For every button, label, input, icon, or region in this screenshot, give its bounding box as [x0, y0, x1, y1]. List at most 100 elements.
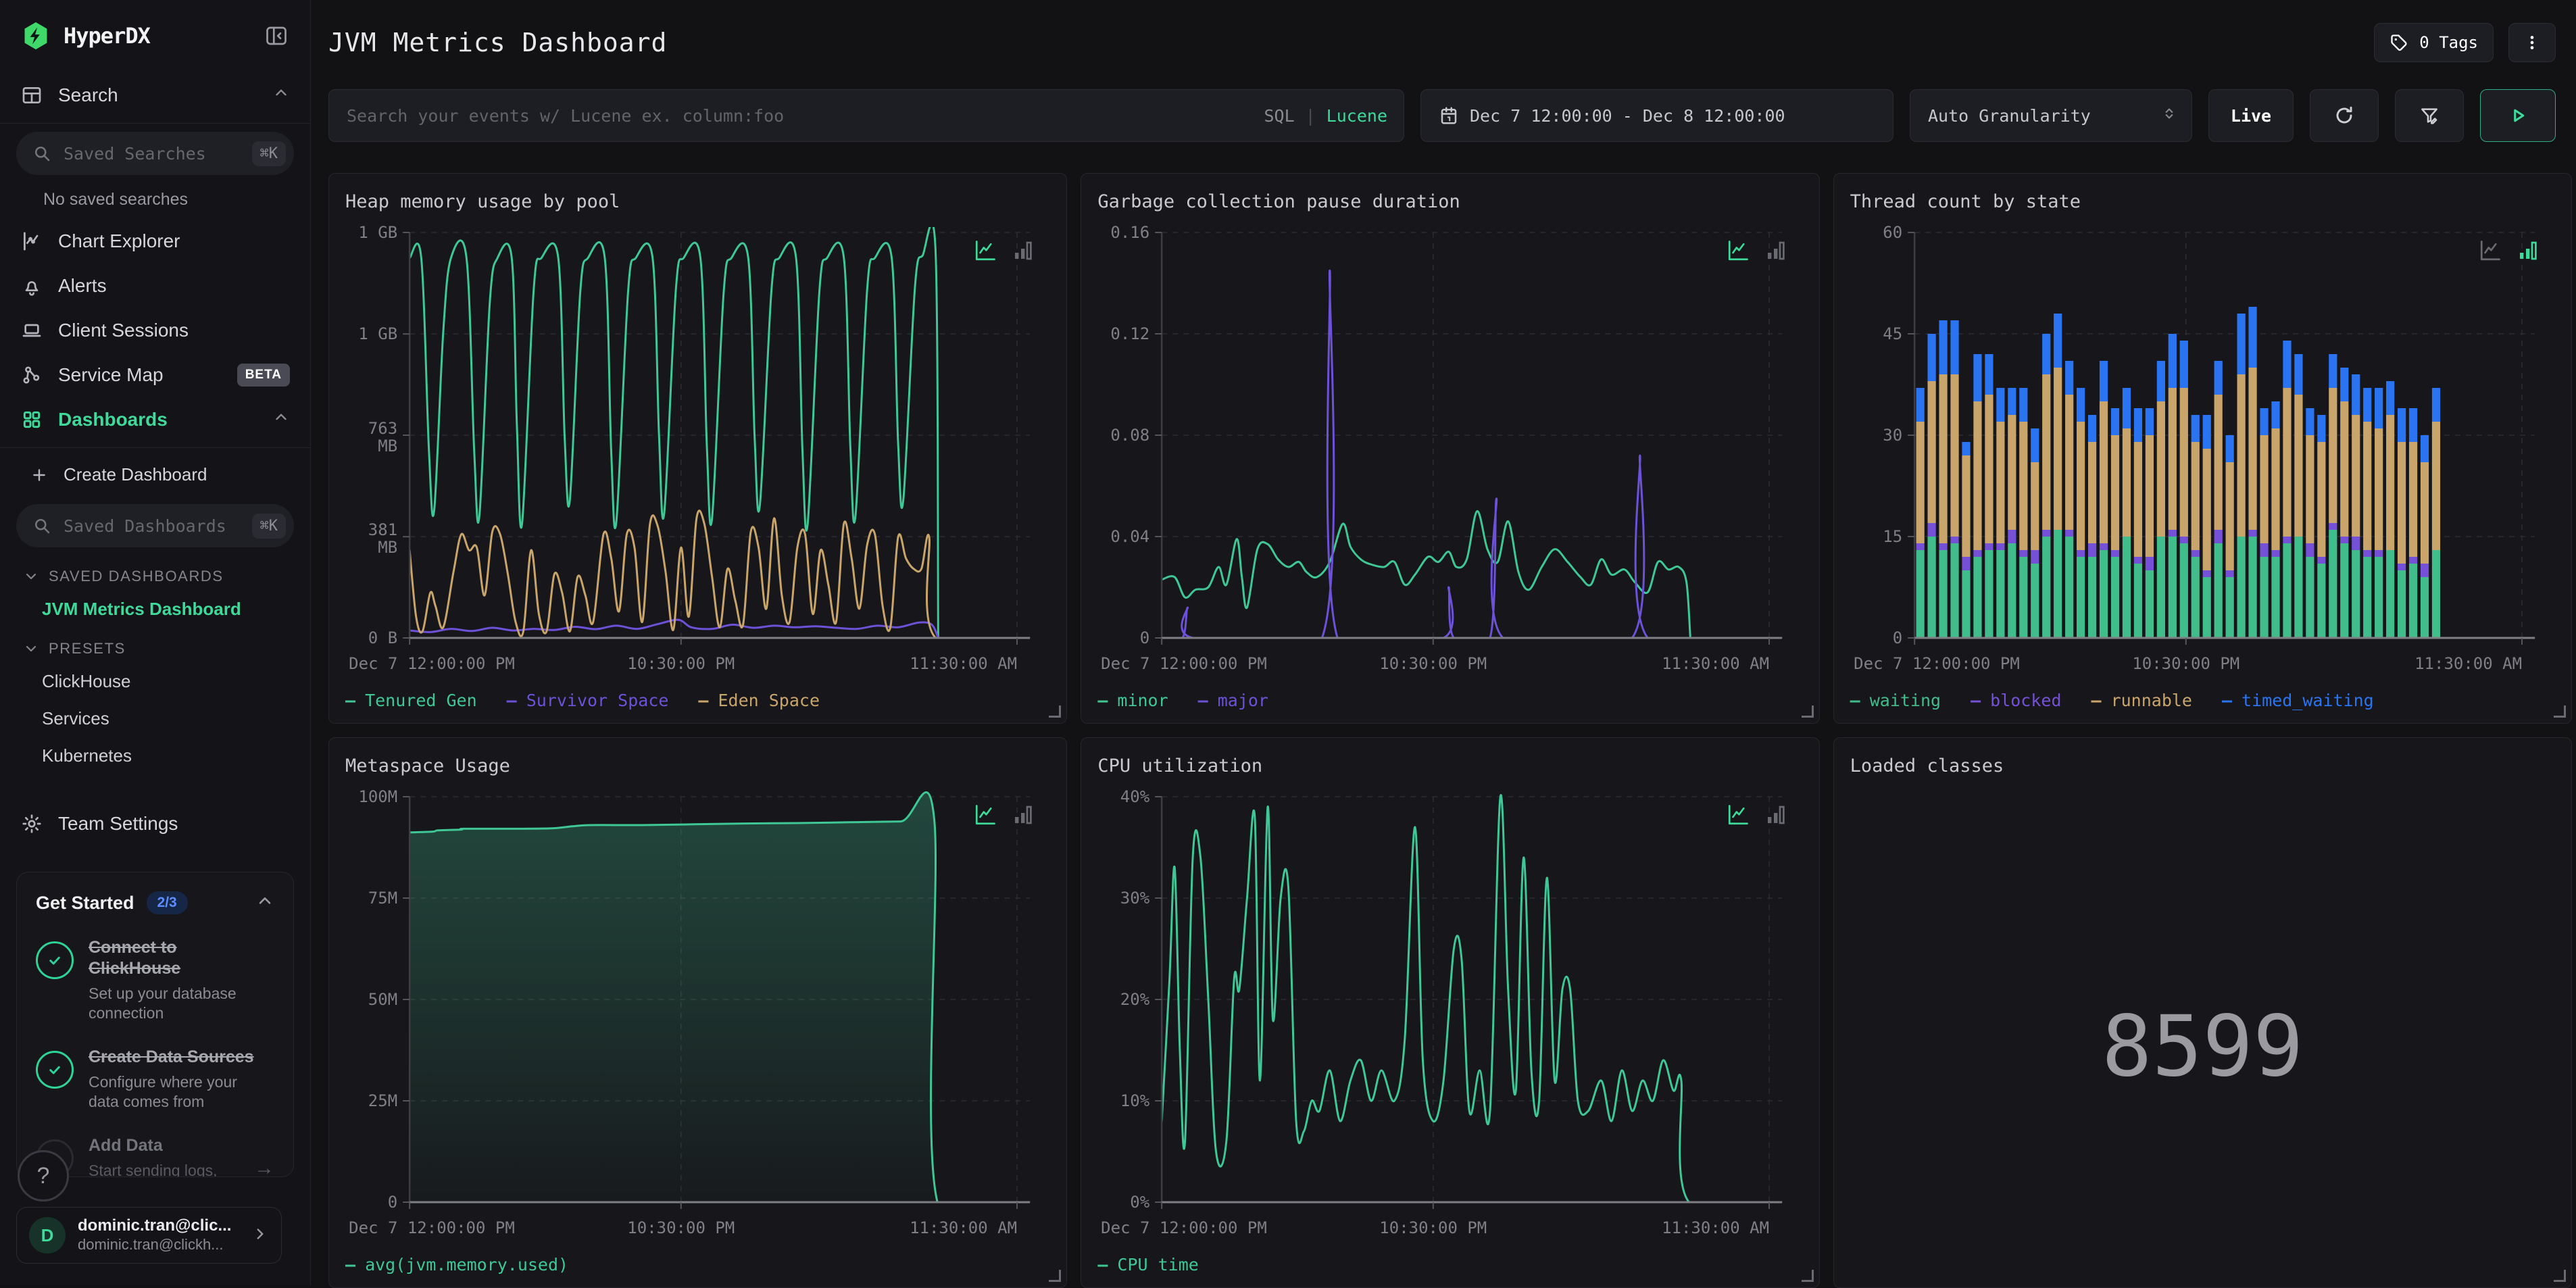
- saved-dashboards-header[interactable]: SAVED DASHBOARDS: [0, 555, 310, 591]
- bar-chart-toggle-icon[interactable]: [2516, 239, 2540, 263]
- resize-corner[interactable]: [1049, 1270, 1062, 1282]
- sidebar-item-dashboards[interactable]: Dashboards: [0, 397, 310, 442]
- refresh-button[interactable]: [2310, 89, 2379, 142]
- svg-text:763MB: 763 MB: [368, 419, 397, 455]
- saved-searches-search[interactable]: ⌘K: [16, 132, 294, 175]
- saved-dashboards-input[interactable]: [62, 515, 241, 537]
- svg-text:10:30:00 PM: 10:30:00 PM: [627, 1218, 735, 1237]
- legend-item[interactable]: — waiting: [1850, 691, 1941, 710]
- panel-cpu-utilization: CPU utilization 40% 30% 20% 10% 0% Dec 7 12:0…: [1081, 737, 1820, 1288]
- shortcut-badge: ⌘K: [251, 513, 286, 539]
- bar-chart-toggle-icon[interactable]: [1764, 239, 1788, 263]
- chart-canvas[interactable]: 1 GB 1 GB 763 MB 381 MB 0 B Dec 7 12:00:00 PM 10…: [345, 220, 1050, 680]
- sidebar-item-clickhouse[interactable]: ClickHouse: [0, 663, 310, 700]
- granularity-select[interactable]: Auto Granularity: [1910, 89, 2192, 142]
- legend-item[interactable]: — minor: [1097, 691, 1168, 710]
- bar-chart-toggle-icon[interactable]: [1764, 803, 1788, 827]
- cpu-utilization-chart[interactable]: 40% 30% 20% 10% 0% Dec 7 12:00:00 PM 10:30:00 …: [1097, 785, 1802, 1244]
- user-menu[interactable]: D dominic.tran@clic... dominic.tran@clic…: [16, 1207, 282, 1264]
- create-dashboard-button[interactable]: Create Dashboard: [0, 453, 310, 496]
- resize-corner[interactable]: [2554, 705, 2566, 718]
- resize-corner[interactable]: [1801, 1270, 1814, 1282]
- sidebar-item-client-sessions[interactable]: Client Sessions: [0, 308, 310, 353]
- chart-canvas[interactable]: 100M 75M 50M 25M 0 Dec 7 12:00:00 PM 10:30:00 …: [345, 785, 1050, 1244]
- sql-mode-toggle[interactable]: SQL: [1264, 106, 1294, 126]
- sidebar-item-services[interactable]: Services: [0, 700, 310, 737]
- sidebar-item-label: Search: [58, 84, 118, 105]
- sidebar-item-alerts[interactable]: Alerts: [0, 264, 310, 308]
- resize-corner[interactable]: [2554, 1270, 2566, 1282]
- chevron-up-icon[interactable]: [255, 892, 274, 914]
- gc-pause-chart[interactable]: 0.16 0.12 0.08 0.04 0 Dec 7 12:00:00 PM 10:30:…: [1097, 220, 1802, 680]
- sidebar-collapse-icon[interactable]: [263, 22, 290, 49]
- saved-searches-input[interactable]: [62, 143, 241, 164]
- legend-item[interactable]: — Survivor Space: [507, 691, 669, 710]
- svg-text:0.16: 0.16: [1111, 223, 1150, 242]
- svg-text:75M: 75M: [368, 889, 397, 908]
- get-started-title: Get Started: [36, 892, 134, 913]
- saved-dashboards-search[interactable]: ⌘K: [16, 504, 294, 547]
- event-search-box[interactable]: SQL | Lucene: [328, 89, 1404, 142]
- thread-count-chart[interactable]: 60 45 30 15 0 Dec 7 12:00:00 PM 10:30:00 PM 11:…: [1850, 220, 2555, 680]
- legend-item[interactable]: — blocked: [1971, 691, 2061, 710]
- divider: [0, 447, 310, 448]
- svg-text:40%: 40%: [1120, 787, 1150, 806]
- svg-text:60: 60: [1883, 223, 1902, 242]
- search-icon: [32, 516, 51, 535]
- svg-text:45: 45: [1883, 324, 1902, 343]
- svg-text:1 GB: 1 GB: [358, 324, 397, 343]
- line-chart-toggle-icon[interactable]: [973, 239, 997, 263]
- metaspace-chart[interactable]: 100M 75M 50M 25M 0 Dec 7 12:00:00 PM 10:30:00 …: [345, 785, 1050, 1244]
- time-range-picker[interactable]: Dec 7 12:00:00 - Dec 8 12:00:00: [1420, 89, 1893, 142]
- chart-canvas[interactable]: 40% 30% 20% 10% 0% Dec 7 12:00:00 PM 10:30:00 …: [1097, 785, 1802, 1244]
- filter-button[interactable]: [2395, 89, 2464, 142]
- chart-canvas[interactable]: 60 45 30 15 0 Dec 7 12:00:00 PM 10:30:00 PM 11:…: [1850, 220, 2555, 680]
- legend-item[interactable]: — major: [1198, 691, 1268, 710]
- live-button[interactable]: Live: [2208, 89, 2294, 142]
- sidebar-item-jvm-metrics-dashboard[interactable]: JVM Metrics Dashboard: [0, 591, 310, 628]
- kebab-icon: [2530, 36, 2534, 49]
- table-icon: [20, 84, 43, 107]
- legend-item[interactable]: — Eden Space: [698, 691, 820, 710]
- sidebar-item-kubernetes[interactable]: Kubernetes: [0, 737, 310, 774]
- legend-item[interactable]: — Tenured Gen: [345, 691, 477, 710]
- bar-chart-toggle-icon[interactable]: [1011, 803, 1035, 827]
- legend-item[interactable]: — avg(jvm.memory.used): [345, 1255, 568, 1274]
- get-started-item-connect[interactable]: Connect to ClickHouse Set up your databa…: [36, 937, 274, 1024]
- chart-canvas[interactable]: 0.16 0.12 0.08 0.04 0 Dec 7 12:00:00 PM 10:30:…: [1097, 220, 1802, 680]
- sidebar-item-team-settings[interactable]: Team Settings: [0, 801, 310, 846]
- chevron-up-icon[interactable]: [272, 84, 290, 107]
- chevron-up-icon[interactable]: [272, 409, 290, 431]
- lucene-mode-toggle[interactable]: Lucene: [1327, 106, 1387, 126]
- legend-item[interactable]: — timed_waiting: [2222, 691, 2374, 710]
- logo-row: HyperDX: [0, 0, 310, 55]
- more-options-button[interactable]: [2508, 23, 2556, 62]
- sidebar-item-search[interactable]: Search: [0, 73, 310, 118]
- sidebar-item-service-map[interactable]: Service Map BETA: [0, 353, 310, 397]
- legend-item[interactable]: — runnable: [2091, 691, 2192, 710]
- get-started-item-add-data[interactable]: Add Data Start sending logs, metrics, or…: [36, 1135, 274, 1176]
- line-chart-toggle-icon[interactable]: [1726, 803, 1750, 827]
- line-chart-toggle-icon[interactable]: [2478, 239, 2502, 263]
- line-chart-toggle-icon[interactable]: [973, 803, 997, 827]
- svg-text:11:30:00 AM: 11:30:00 AM: [910, 654, 1017, 673]
- resize-corner[interactable]: [1801, 705, 1814, 718]
- resize-corner[interactable]: [1049, 705, 1062, 718]
- presets-header[interactable]: PRESETS: [0, 628, 310, 663]
- event-search-input[interactable]: [345, 105, 1264, 126]
- tags-button[interactable]: 0 Tags: [2374, 23, 2494, 62]
- hyperdx-logo-icon: [24, 22, 47, 50]
- legend-item[interactable]: — CPU time: [1097, 1255, 1198, 1274]
- run-query-button[interactable]: [2480, 89, 2556, 142]
- help-button[interactable]: ?: [18, 1150, 69, 1202]
- brand-name: HyperDX: [64, 23, 151, 49]
- beta-badge: BETA: [237, 364, 290, 387]
- sidebar-item-chart-explorer[interactable]: Chart Explorer: [0, 219, 310, 264]
- main-content: JVM Metrics Dashboard 0 Tags SQL | Lucen…: [311, 0, 2576, 1288]
- bar-chart-toggle-icon[interactable]: [1011, 239, 1035, 263]
- get-started-item-sources[interactable]: Create Data Sources Configure where your…: [36, 1047, 274, 1112]
- svg-text:20%: 20%: [1120, 990, 1150, 1009]
- plus-icon: [30, 466, 49, 485]
- heap-memory-chart[interactable]: 1 GB 1 GB 763 MB 381 MB 0 B Dec 7 12:00:00 PM 10…: [345, 220, 1050, 680]
- line-chart-toggle-icon[interactable]: [1726, 239, 1750, 263]
